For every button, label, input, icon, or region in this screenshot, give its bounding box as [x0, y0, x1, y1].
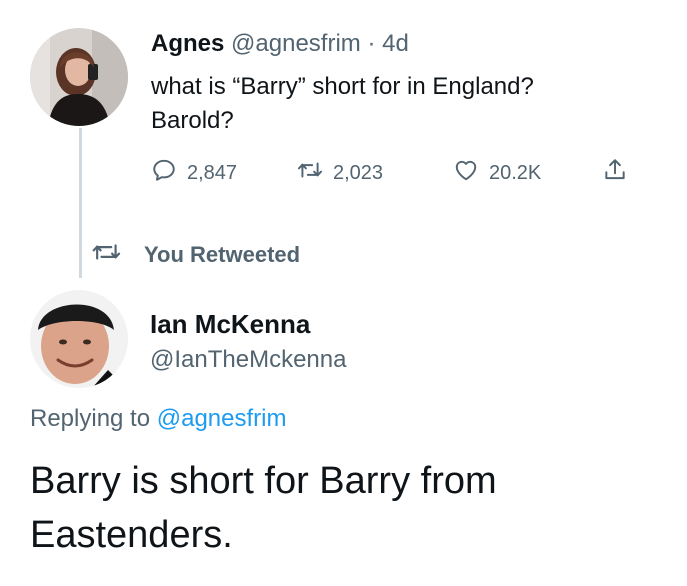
thread-line [79, 128, 82, 278]
reply-author-handle[interactable]: @IanTheMckenna [150, 346, 346, 374]
avatar-agnes[interactable] [30, 28, 128, 126]
tweet-text-line-2: Barold? [151, 107, 234, 134]
retweet-icon [297, 157, 323, 189]
replying-to-link[interactable]: @agnesfrim [157, 405, 287, 432]
like-button[interactable]: 20.2K [453, 158, 541, 188]
share-icon [602, 157, 628, 189]
like-icon [453, 157, 479, 189]
replying-to-prefix: Replying to [30, 405, 151, 432]
retweet-banner-icon [86, 239, 130, 271]
retweet-banner-label[interactable]: You Retweeted [144, 242, 300, 268]
replying-to: Replying to @agnesfrim [30, 405, 287, 433]
share-button[interactable] [602, 158, 628, 188]
retweet-banner: You Retweeted [86, 240, 300, 270]
author-name[interactable]: Agnes [151, 30, 224, 57]
header-separator: · [367, 30, 376, 57]
tweet-timestamp[interactable]: 4d [382, 30, 409, 57]
like-count: 20.2K [489, 161, 542, 184]
reply-tweet-text: Barry is short for Barry from Eastenders… [30, 454, 670, 562]
tweet-text: what is “Barry” short for in England? Ba… [151, 70, 671, 138]
reply-text-line-1: Barry is short for Barry from [30, 460, 497, 502]
reply-text-line-2: Eastenders. [30, 514, 233, 556]
tweet-actions: 2,847 2,023 20.2K [151, 158, 651, 188]
avatar-ian[interactable] [30, 290, 128, 388]
tweet-text-line-1: what is “Barry” short for in England? [151, 73, 534, 100]
retweet-button[interactable]: 2,023 [297, 158, 383, 188]
author-handle[interactable]: @agnesfrim [231, 30, 361, 57]
reply-count: 2,847 [187, 161, 238, 184]
reply-icon [151, 157, 177, 189]
reply-button[interactable]: 2,847 [151, 158, 237, 188]
tweet-header: Agnes @agnesfrim · 4d [151, 30, 409, 58]
retweet-count: 2,023 [333, 161, 384, 184]
reply-author-name[interactable]: Ian McKenna [150, 309, 310, 340]
